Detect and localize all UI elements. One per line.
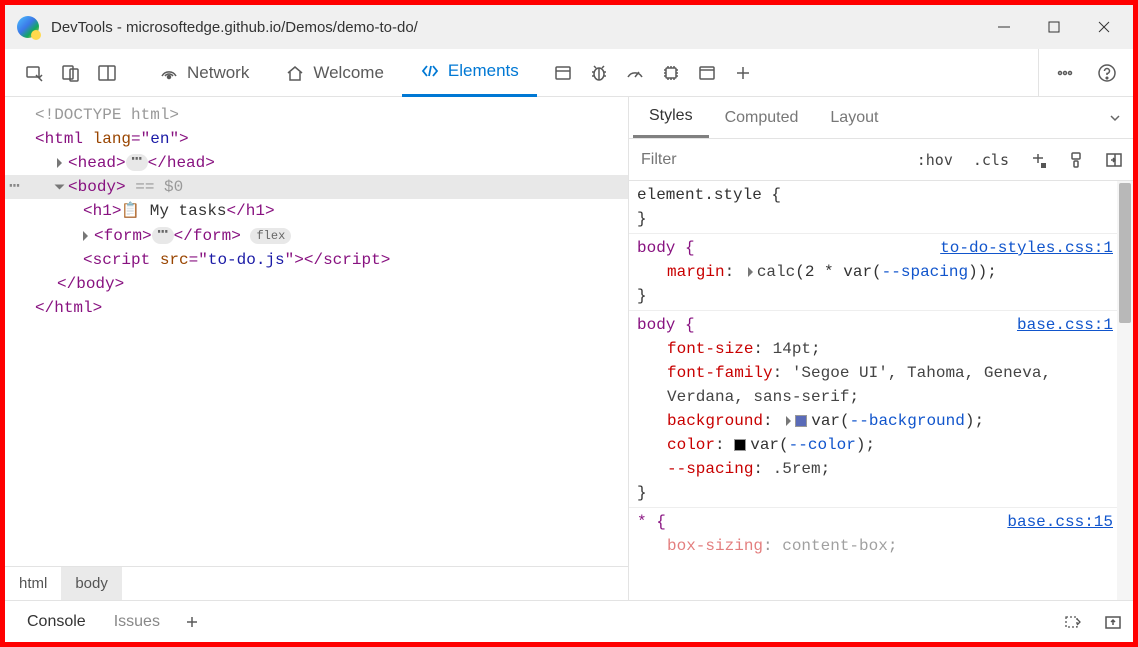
performance-icon[interactable] <box>617 55 653 91</box>
tab-elements[interactable]: Elements <box>402 49 537 97</box>
hov-toggle[interactable]: :hov <box>907 139 963 180</box>
issues-counter-icon[interactable] <box>1053 612 1093 632</box>
new-style-rule-icon[interactable] <box>1019 139 1057 180</box>
rule-body-2[interactable]: body {base.css:1 font-size: 14pt; font-f… <box>629 311 1133 508</box>
body-node-selected[interactable]: <body> == $0 <box>5 175 628 199</box>
maximize-button[interactable] <box>1029 7 1079 47</box>
source-link[interactable]: to-do-styles.css:1 <box>940 236 1113 260</box>
expand-shorthand-icon[interactable] <box>786 416 791 426</box>
tab-network[interactable]: Network <box>141 49 267 97</box>
tab-elements-label: Elements <box>448 61 519 81</box>
expander-open-icon[interactable] <box>55 184 65 189</box>
h1-node[interactable]: <h1>📋 My tasks</h1> <box>5 199 628 224</box>
expand-pane-icon[interactable] <box>1097 110 1133 126</box>
source-link[interactable]: base.css:1 <box>1017 313 1113 337</box>
rule-element-style[interactable]: element.style { } <box>629 181 1133 234</box>
drawer-tab-issues[interactable]: Issues <box>100 613 174 631</box>
memory-icon[interactable] <box>653 55 689 91</box>
dock-side-icon[interactable] <box>89 55 125 91</box>
cls-toggle[interactable]: .cls <box>963 139 1019 180</box>
add-tab-icon[interactable] <box>725 55 761 91</box>
color-swatch-icon[interactable] <box>795 415 807 427</box>
body-close-node[interactable]: </body> <box>5 272 628 296</box>
device-toggle-icon[interactable] <box>53 55 89 91</box>
scrollbar-thumb[interactable] <box>1119 183 1131 323</box>
app-icon <box>17 16 39 38</box>
drawer-tab-console[interactable]: Console <box>13 613 100 631</box>
window-titlebar: DevTools - microsoftedge.github.io/Demos… <box>5 5 1133 49</box>
styles-tab-computed[interactable]: Computed <box>709 97 815 138</box>
bug-icon[interactable] <box>581 55 617 91</box>
paint-brush-icon[interactable] <box>1057 139 1095 180</box>
rule-universal[interactable]: * {base.css:15 box-sizing: content-box; <box>629 508 1133 560</box>
styles-tab-layout[interactable]: Layout <box>814 97 894 138</box>
main-toolbar: Network Welcome Elements <box>5 49 1133 97</box>
script-node[interactable]: <script src="to-do.js"></script> <box>5 248 628 272</box>
flex-pill[interactable]: flex <box>250 228 291 244</box>
ellipsis-icon[interactable]: ⋯ <box>152 227 174 244</box>
crumb-body[interactable]: body <box>61 567 122 600</box>
crumb-html[interactable]: html <box>5 567 61 600</box>
help-icon[interactable] <box>1089 55 1125 91</box>
window-title: DevTools - microsoftedge.github.io/Demos… <box>51 19 979 36</box>
html-open-node[interactable]: <html lang="en"> <box>5 127 628 151</box>
application-icon[interactable] <box>545 55 581 91</box>
tab-welcome[interactable]: Welcome <box>267 49 402 97</box>
expander-icon[interactable] <box>83 231 88 241</box>
tab-welcome-label: Welcome <box>313 63 384 83</box>
tab-network-label: Network <box>187 63 249 83</box>
rule-body-1[interactable]: body {to-do-styles.css:1 margin: calc(2 … <box>629 234 1133 311</box>
styles-tab-bar: Styles Computed Layout <box>629 97 1133 139</box>
add-drawer-tab-icon[interactable] <box>174 604 210 640</box>
detached-window-icon[interactable] <box>689 55 725 91</box>
dom-tree[interactable]: <!DOCTYPE html> <html lang="en"> <head>⋯… <box>5 97 628 566</box>
more-options-icon[interactable] <box>1047 55 1083 91</box>
styles-filter-row: :hov .cls <box>629 139 1133 181</box>
head-node[interactable]: <head>⋯</head> <box>5 151 628 175</box>
ellipsis-icon[interactable]: ⋯ <box>126 154 148 171</box>
close-window-button[interactable] <box>1079 7 1129 47</box>
source-link[interactable]: base.css:15 <box>1007 510 1113 534</box>
computed-sidebar-icon[interactable] <box>1095 139 1133 180</box>
breadcrumb: html body <box>5 566 628 600</box>
color-swatch-icon[interactable] <box>734 439 746 451</box>
expander-icon[interactable] <box>57 158 62 168</box>
styles-filter-input[interactable] <box>629 139 907 180</box>
collapse-drawer-icon[interactable] <box>1093 612 1133 632</box>
styles-tab-styles[interactable]: Styles <box>633 97 709 138</box>
clipboard-emoji-icon: 📋 <box>121 203 140 220</box>
selected-node-annotation: == $0 <box>135 178 183 196</box>
form-node[interactable]: <form>⋯</form> flex <box>5 224 628 248</box>
inspect-icon[interactable] <box>17 55 53 91</box>
styles-rules[interactable]: element.style { } body {to-do-styles.css… <box>629 181 1133 600</box>
expand-shorthand-icon[interactable] <box>748 267 753 277</box>
html-close-node[interactable]: </html> <box>5 296 628 320</box>
doctype-node[interactable]: <!DOCTYPE html> <box>35 106 179 124</box>
console-drawer: Console Issues <box>5 600 1133 642</box>
minimize-button[interactable] <box>979 7 1029 47</box>
